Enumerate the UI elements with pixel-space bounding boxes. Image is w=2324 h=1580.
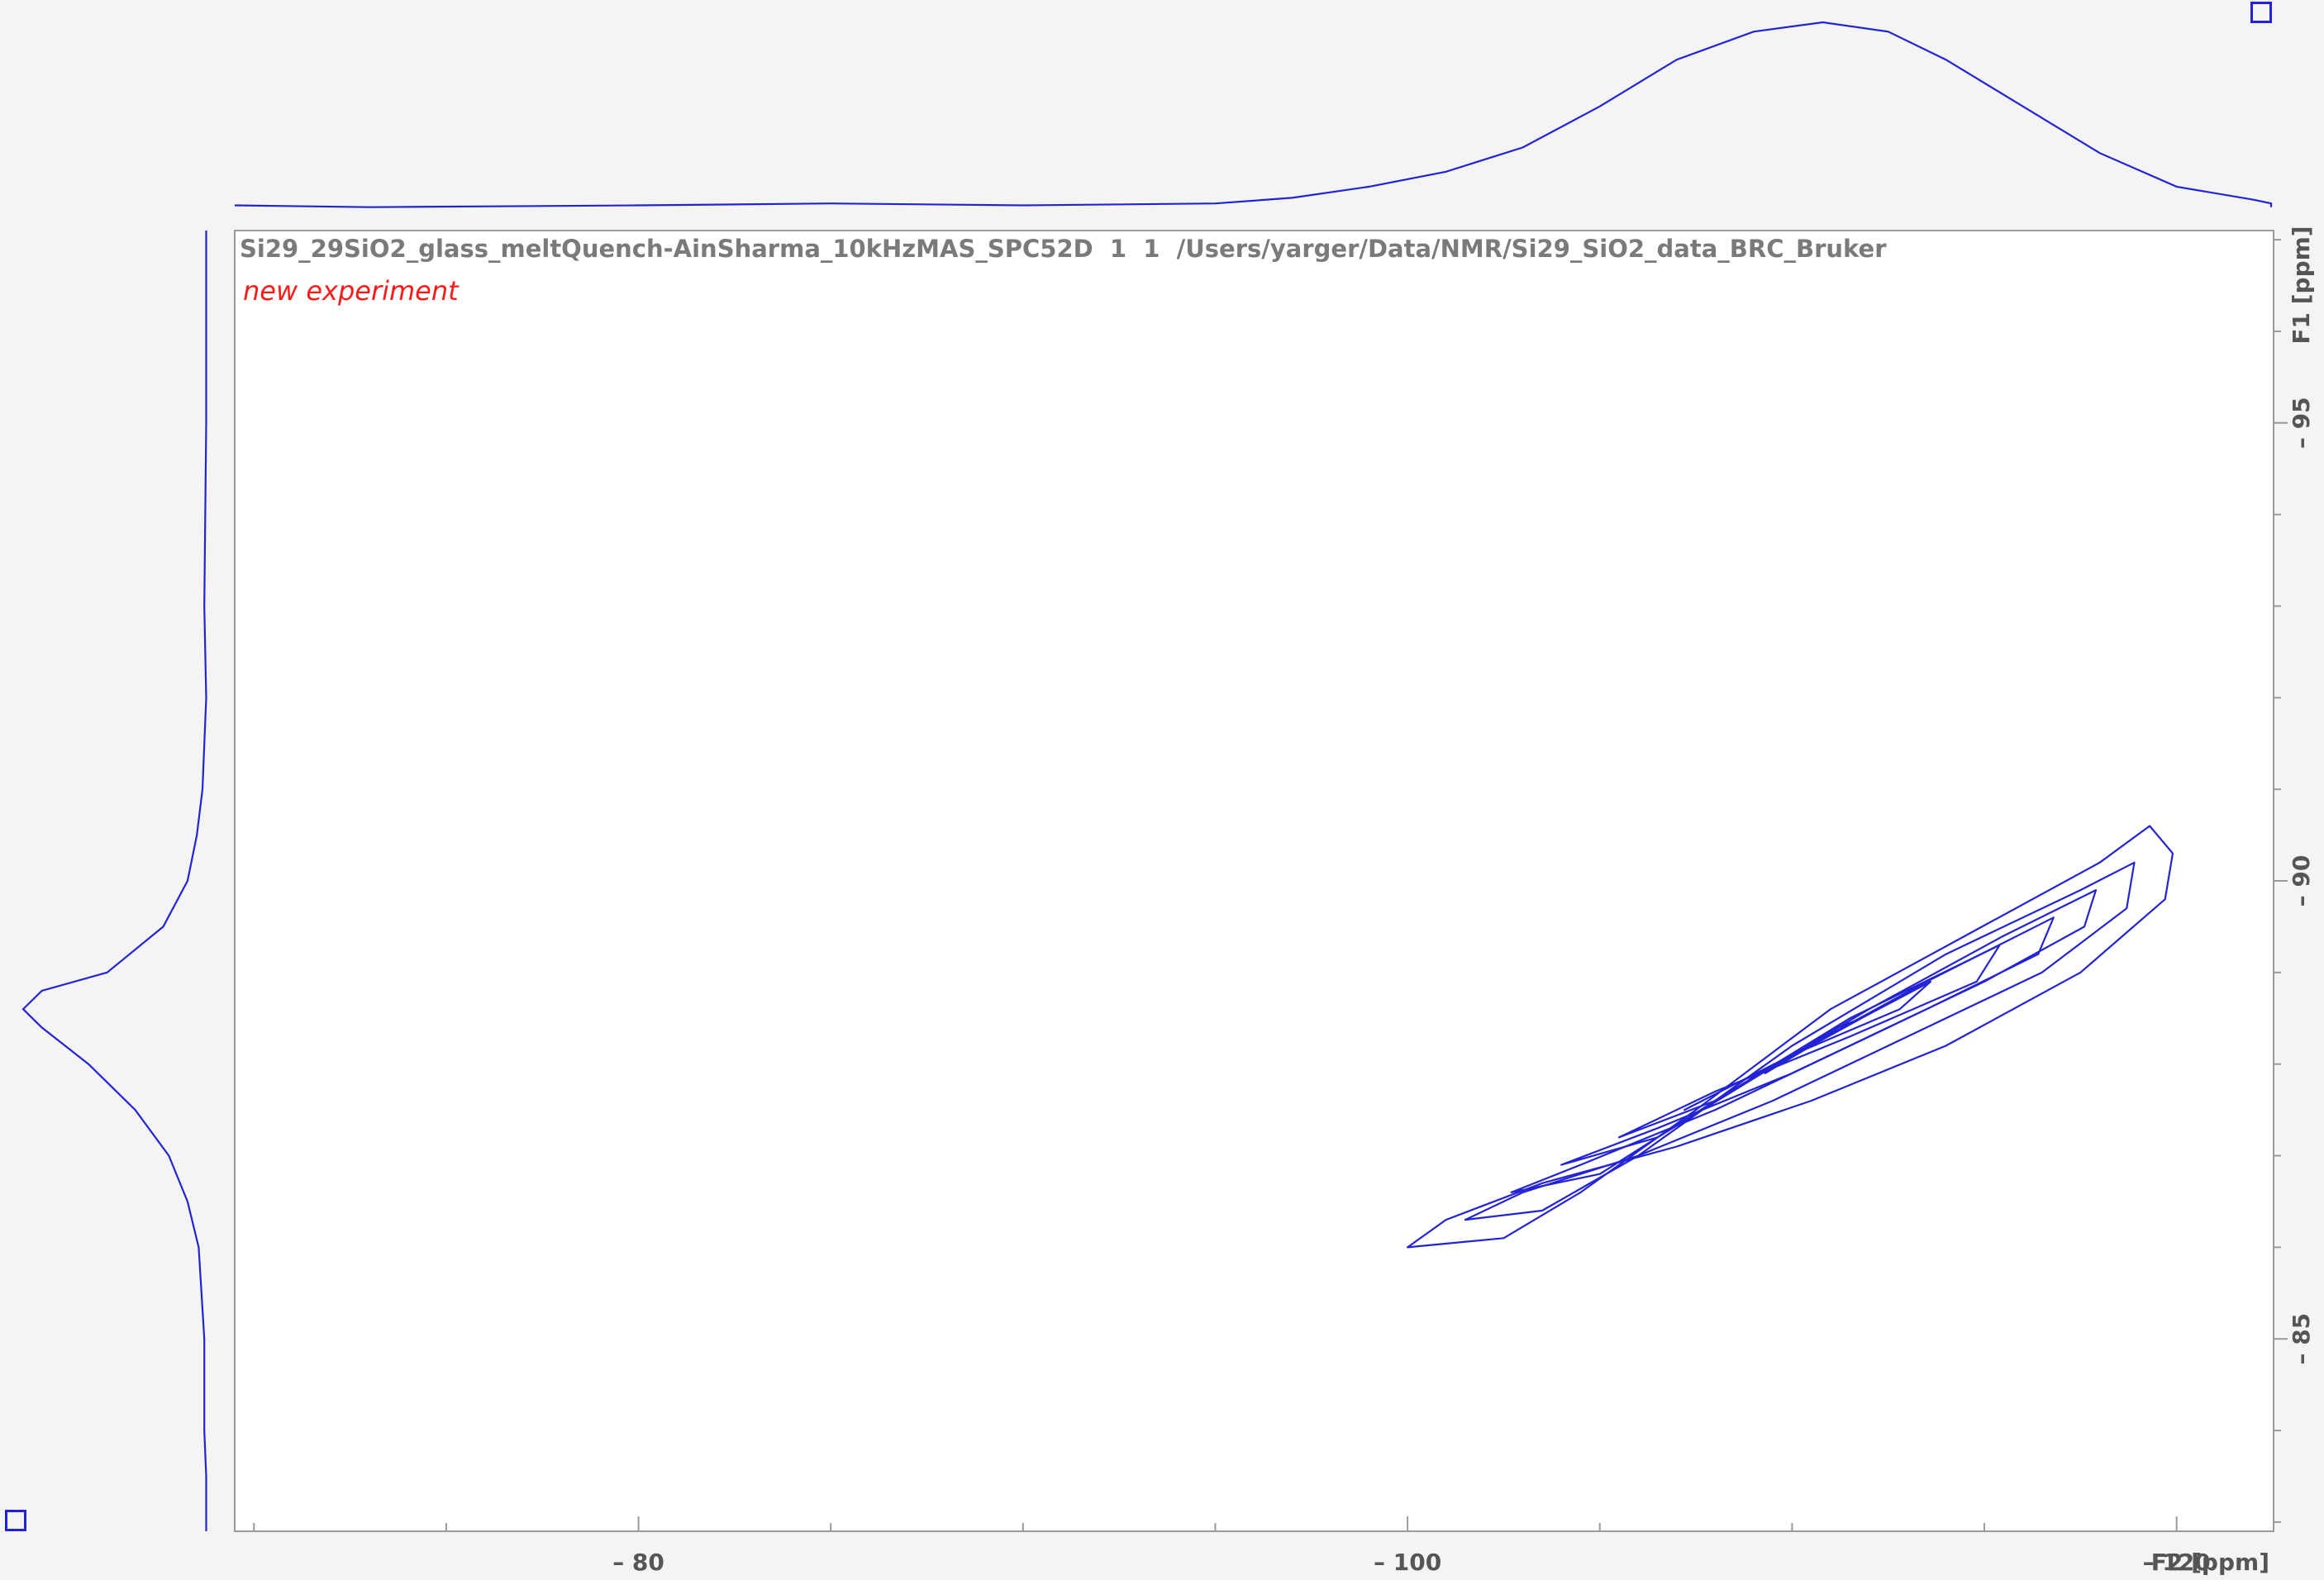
contour-level-5	[1617, 944, 2001, 1139]
dataset-info-line: Si29_29SiO2_glass_meltQuench-AinSharma_1…	[240, 235, 1887, 263]
contour-level-1	[1407, 825, 2174, 1249]
f1-projection-trace	[21, 231, 207, 1531]
f2-tick-label: – 100	[1374, 1549, 1441, 1576]
f1-axis: – 95 – 90 – 85 F1 [ppm]	[2273, 226, 2315, 1523]
contour-level-3	[1510, 889, 2098, 1193]
f1-axis-label: F1 [ppm]	[2288, 226, 2315, 344]
f2-tick-label: – 80	[612, 1549, 664, 1576]
top-projection-toggle-box[interactable]	[2250, 2, 2272, 23]
experiment-label: new experiment	[243, 275, 459, 307]
f1-tick-label: – 95	[2288, 397, 2315, 449]
contour-level-2	[1464, 861, 2136, 1221]
nmr-2d-spectrum-view: – 80– 100– 120 F2 [ppm] – 95– 90– 85 F1 [p…	[0, 0, 2324, 1580]
f1-tick-label: – 85	[2288, 1313, 2315, 1365]
f2-axis-label: F2 [ppm]	[2151, 1549, 2269, 1576]
left-projection-toggle-box[interactable]	[5, 1510, 26, 1531]
f2-axis: – 80– 100– 120F2 [ppm]	[253, 1516, 2269, 1576]
contour-group	[1407, 825, 2174, 1249]
f2-projection-trace	[234, 21, 2273, 208]
f1-tick-label: – 90	[2288, 855, 2315, 907]
